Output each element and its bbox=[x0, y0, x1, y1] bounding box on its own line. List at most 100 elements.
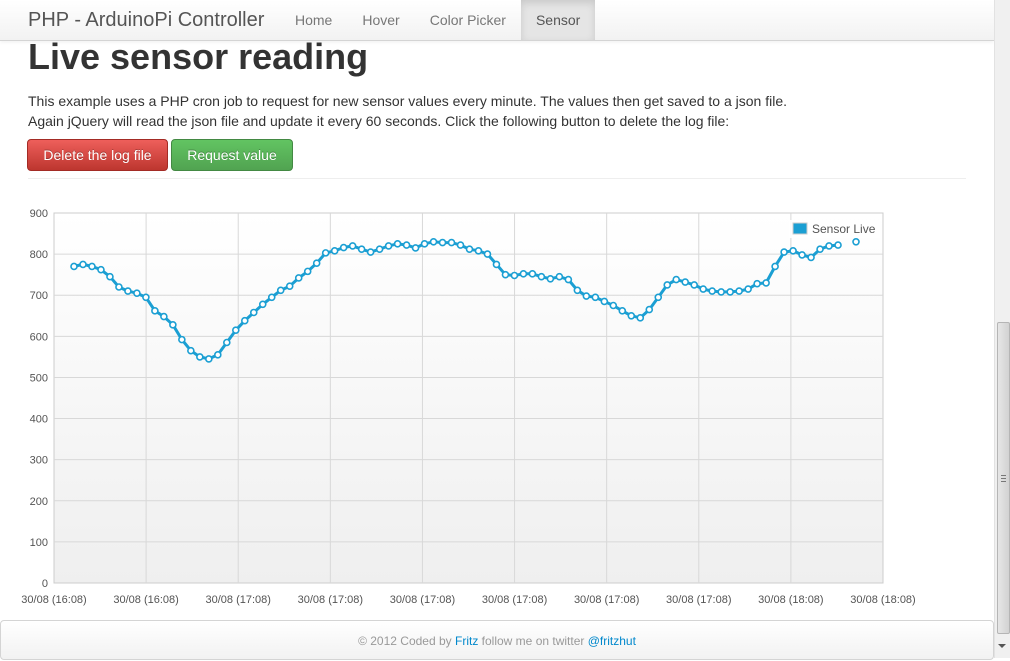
scrollbar[interactable] bbox=[994, 0, 1010, 658]
grip-icon bbox=[1001, 475, 1006, 482]
nav-item-sensor[interactable]: Sensor bbox=[520, 0, 596, 40]
data-point bbox=[852, 237, 860, 246]
data-point bbox=[672, 275, 681, 284]
data-point bbox=[456, 241, 465, 249]
data-point bbox=[420, 240, 429, 248]
data-point bbox=[106, 272, 114, 281]
brand-title[interactable]: PHP - ArduinoPi Controller bbox=[28, 9, 264, 32]
data-point bbox=[402, 241, 411, 249]
data-point bbox=[465, 245, 474, 253]
navbar: PHP - ArduinoPi Controller Home Hover Co… bbox=[0, 0, 994, 41]
data-point bbox=[240, 316, 249, 325]
data-point bbox=[142, 293, 150, 302]
y-tick-label: 700 bbox=[30, 290, 48, 302]
data-point bbox=[124, 287, 132, 295]
data-point bbox=[160, 312, 168, 321]
y-tick-label: 200 bbox=[30, 496, 48, 508]
data-point bbox=[223, 338, 231, 347]
data-point bbox=[735, 287, 743, 295]
data-point bbox=[582, 292, 591, 300]
data-point bbox=[726, 288, 734, 296]
description-line-1: This example uses a PHP cron job to requ… bbox=[28, 93, 788, 109]
data-point bbox=[744, 285, 752, 293]
data-point bbox=[312, 259, 321, 267]
scrollbar-thumb[interactable] bbox=[997, 322, 1010, 634]
request-value-button[interactable]: Request value bbox=[171, 139, 293, 171]
data-point bbox=[483, 250, 492, 258]
y-tick-label: 300 bbox=[30, 455, 48, 467]
data-point bbox=[771, 262, 779, 271]
data-point bbox=[627, 311, 636, 320]
nav-item-hover[interactable]: Hover bbox=[347, 0, 414, 40]
data-point bbox=[133, 289, 141, 297]
data-point bbox=[798, 251, 806, 259]
data-point bbox=[591, 293, 600, 302]
data-point bbox=[681, 278, 690, 286]
data-point bbox=[816, 245, 824, 253]
y-tick-label: 600 bbox=[30, 331, 48, 343]
page-title: Live sensor reading bbox=[28, 36, 369, 77]
footer-twitter-link[interactable]: @fritzhut bbox=[588, 634, 636, 648]
y-tick-label: 100 bbox=[30, 537, 48, 549]
data-point bbox=[384, 242, 393, 250]
data-point bbox=[151, 307, 159, 315]
x-tick-label: 30/08 (17:08) bbox=[206, 594, 271, 606]
data-point bbox=[636, 314, 645, 322]
data-point bbox=[780, 248, 788, 256]
nav-item-home[interactable]: Home bbox=[280, 0, 347, 40]
data-point bbox=[411, 244, 420, 252]
data-point bbox=[834, 241, 842, 249]
x-tick-label: 30/08 (17:08) bbox=[298, 594, 363, 606]
data-point bbox=[249, 308, 258, 317]
data-point bbox=[285, 282, 294, 290]
data-point bbox=[267, 293, 276, 302]
nav-item-color-picker[interactable]: Color Picker bbox=[415, 0, 521, 40]
data-point bbox=[375, 245, 384, 253]
footer-copyright: © 2012 Coded by bbox=[358, 634, 452, 648]
data-point bbox=[438, 238, 447, 247]
x-tick-label: 30/08 (17:08) bbox=[482, 594, 547, 606]
data-point bbox=[537, 272, 546, 281]
y-tick-label: 800 bbox=[30, 249, 48, 261]
data-point bbox=[609, 301, 618, 310]
data-point bbox=[214, 351, 222, 359]
y-tick-label: 400 bbox=[30, 414, 48, 426]
data-point bbox=[690, 281, 699, 289]
data-point bbox=[573, 286, 582, 295]
delete-log-button[interactable]: Delete the log file bbox=[27, 139, 168, 171]
data-point bbox=[276, 286, 285, 295]
data-point bbox=[618, 307, 627, 315]
footer-text: follow me on twitter bbox=[481, 634, 585, 648]
x-tick-label: 30/08 (18:08) bbox=[850, 594, 915, 606]
data-point bbox=[79, 260, 87, 269]
data-point bbox=[519, 270, 528, 278]
data-point bbox=[699, 285, 707, 293]
data-point bbox=[205, 355, 213, 363]
x-tick-label: 30/08 (16:08) bbox=[113, 594, 178, 606]
data-point bbox=[789, 247, 797, 255]
data-point bbox=[717, 288, 725, 296]
x-tick-label: 30/08 (16:08) bbox=[21, 594, 86, 606]
y-tick-label: 900 bbox=[30, 208, 48, 220]
data-point bbox=[115, 283, 123, 291]
data-point bbox=[303, 267, 312, 276]
legend-label: Sensor Live bbox=[812, 222, 876, 236]
y-tick-label: 500 bbox=[30, 372, 48, 384]
page-description: This example uses a PHP cron job to requ… bbox=[28, 91, 787, 131]
data-point bbox=[807, 253, 815, 262]
data-point bbox=[501, 270, 510, 279]
legend: Sensor Live bbox=[789, 220, 880, 238]
data-point bbox=[825, 242, 833, 250]
data-point bbox=[258, 300, 267, 309]
data-point bbox=[663, 281, 672, 289]
scroll-down-arrow-icon[interactable] bbox=[998, 644, 1006, 648]
data-point bbox=[528, 270, 537, 278]
data-point bbox=[321, 249, 330, 257]
data-point bbox=[393, 240, 402, 248]
sensor-chart: 0 100 200 300 400 500 600 700 800 900 30/08 (16:0… bbox=[21, 208, 915, 606]
data-point bbox=[70, 262, 78, 271]
footer-author-link[interactable]: Fritz bbox=[455, 634, 478, 648]
data-point bbox=[330, 247, 339, 255]
data-point bbox=[231, 326, 240, 334]
data-point bbox=[546, 274, 555, 283]
